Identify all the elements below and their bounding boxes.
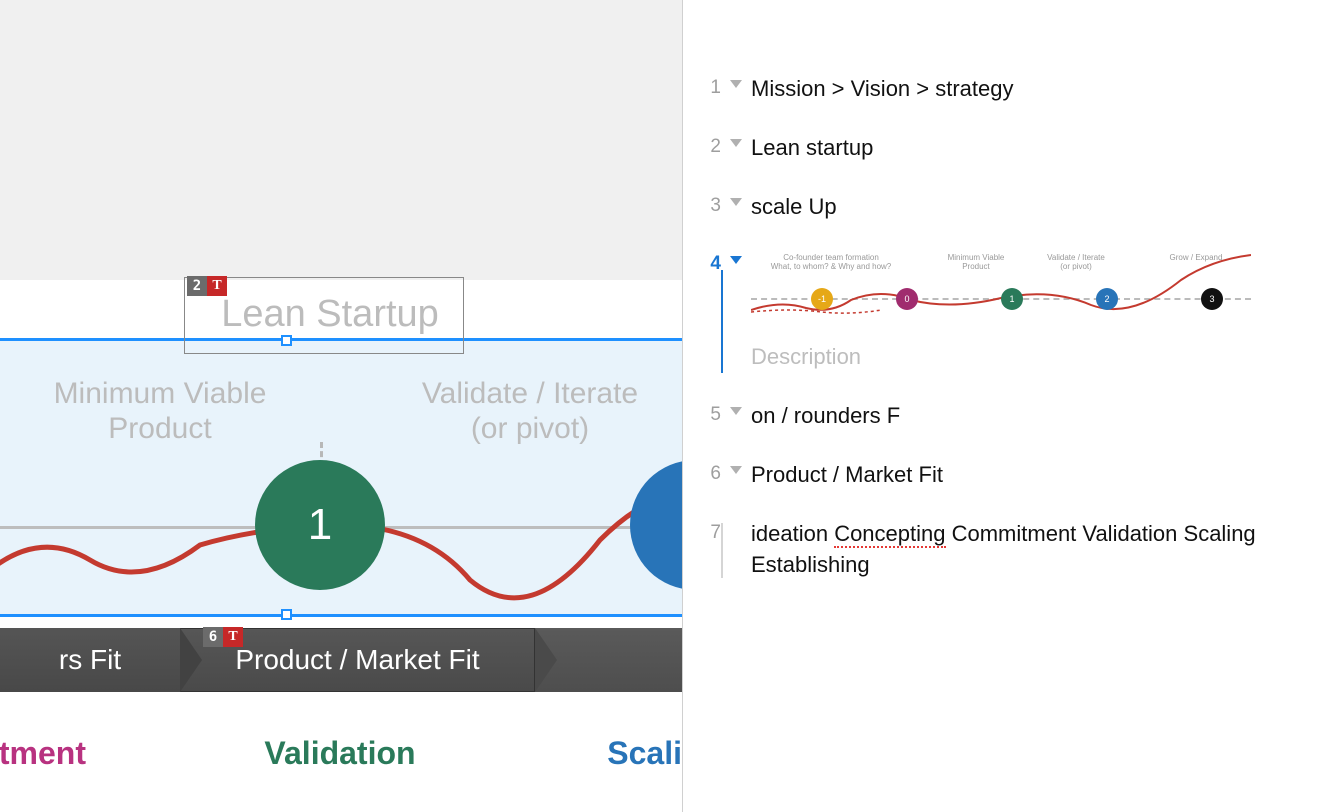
outline-number: 1 (683, 74, 721, 99)
outline-item-6[interactable]: 6 Product / Market Fit (683, 446, 1334, 505)
badge-number: 2 (187, 276, 207, 296)
thumb-stage-label: Validate / Iterate (or pivot) (1031, 254, 1121, 272)
chip-badges: 6 T (203, 627, 243, 647)
outline-item-5[interactable]: 5 on / rounders F (683, 387, 1334, 446)
chevron-down-icon (730, 80, 742, 88)
outline-item-7[interactable]: 7 ideation Concepting Commitment Validat… (683, 505, 1334, 595)
chevron-down-icon (730, 407, 742, 415)
chevron-right-icon (180, 628, 202, 692)
chevron-down-icon (730, 466, 742, 474)
outline-item-2[interactable]: 2 Lean startup (683, 119, 1334, 178)
description-placeholder[interactable]: Description (751, 342, 1314, 373)
outline-toggle[interactable] (721, 460, 751, 474)
outline-item-3[interactable]: 3 scale Up (683, 178, 1334, 237)
badge-text-icon: T (223, 627, 243, 647)
chevron-down-icon (730, 256, 742, 264)
diagram-thumbnail[interactable]: Co-founder team formation What, to whom?… (751, 250, 1251, 330)
outline-toggle[interactable] (721, 133, 751, 147)
chevron-down-icon (730, 198, 742, 206)
outline-bar (721, 523, 723, 579)
canvas-area[interactable]: 2 T Lean Startup Minimum Viable Product … (0, 0, 682, 812)
thumb-stage-label: Co-founder team formation What, to whom?… (761, 254, 901, 272)
outline-text[interactable]: on / rounders F (751, 401, 1314, 432)
outline-toggle[interactable] (721, 401, 751, 415)
outline-toggle[interactable] (721, 519, 751, 581)
outline-number: 3 (683, 192, 721, 217)
chevron-down-icon (730, 139, 742, 147)
phase-validation: Validation (200, 735, 480, 772)
outline-text[interactable]: scale Up (751, 192, 1314, 223)
outline-item-1[interactable]: 1 Mission > Vision > strategy (683, 60, 1334, 119)
thumb-stage-label: Minimum Viable Product (931, 254, 1021, 272)
outline-toggle[interactable] (721, 74, 751, 88)
outline-item-4[interactable]: 4 Co-founder team formation What, to who… (683, 236, 1334, 387)
outline-panel: 1 Mission > Vision > strategy 2 Lean sta… (682, 0, 1334, 812)
outline-number: 5 (683, 401, 721, 426)
selection-badges: 2 T (187, 276, 227, 296)
diagram-container: 2 T Lean Startup Minimum Viable Product … (0, 280, 682, 812)
phase-labels: itment Validation Scali (0, 735, 682, 772)
thumb-stage-label: Grow / Expand (1151, 254, 1241, 263)
chip-next[interactable] (535, 628, 682, 692)
outline-thumb-content[interactable]: Co-founder team formation What, to whom?… (751, 250, 1314, 373)
stage-circle-1[interactable]: 1 (255, 460, 385, 590)
badge-text-icon: T (207, 276, 227, 296)
outline-text[interactable]: ideation Concepting Commitment Validatio… (751, 519, 1314, 581)
stage-chip-row: rs Fit 6 T Product / Market Fit (0, 628, 682, 692)
outline-text[interactable]: Product / Market Fit (751, 460, 1314, 491)
chip-product-market-fit[interactable]: 6 T Product / Market Fit (180, 628, 535, 692)
outline-text[interactable]: Lean startup (751, 133, 1314, 164)
phase-commitment: itment (0, 735, 200, 772)
outline-toggle[interactable] (721, 250, 751, 373)
chevron-right-icon (535, 628, 557, 692)
outline-number: 7 (683, 519, 721, 544)
outline-toggle[interactable] (721, 192, 751, 206)
outline-active-bar (721, 270, 723, 373)
title-selection-frame[interactable]: 2 T (184, 277, 464, 354)
outline-number: 2 (683, 133, 721, 158)
badge-number: 6 (203, 627, 223, 647)
outline-number: 4 (683, 250, 721, 373)
outline-text[interactable]: Mission > Vision > strategy (751, 74, 1314, 105)
phase-scaling: Scali (480, 735, 682, 772)
chip-founders-fit[interactable]: rs Fit (0, 628, 180, 692)
outline-number: 6 (683, 460, 721, 485)
